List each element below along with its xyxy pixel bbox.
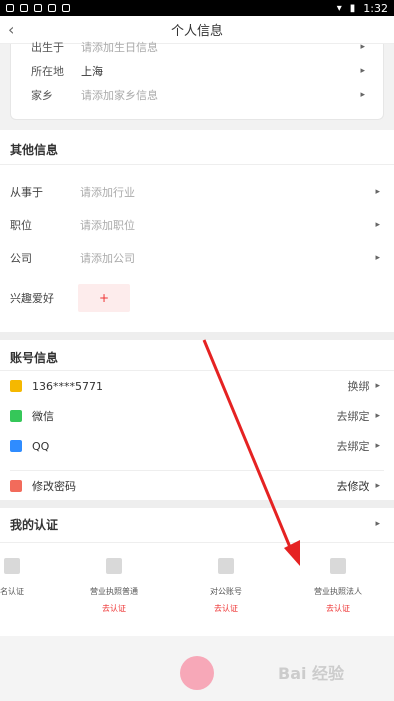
industry-value: 请添加行业: [80, 186, 135, 199]
phone-row[interactable]: 136****5771 换绑 ▸: [10, 374, 380, 398]
position-value: 请添加职位: [80, 219, 135, 232]
birthday-label: 出生于: [31, 41, 64, 54]
wifi-icon: ▾: [336, 2, 342, 14]
notification-icon: [62, 4, 70, 12]
go-certify-button[interactable]: 去认证: [278, 603, 394, 614]
chevron-right-icon: ▸: [375, 519, 380, 529]
cert-label: 营业执照法人: [314, 587, 362, 596]
chevron-right-icon: ▸: [375, 411, 380, 421]
qq-bind-action[interactable]: 去绑定: [336, 438, 369, 454]
hometown-label: 家乡: [31, 89, 53, 102]
my-cert-title: 我的认证: [10, 517, 59, 532]
notification-icon: [48, 4, 56, 12]
birthday-value: 请添加生日信息: [81, 41, 158, 54]
chevron-right-icon: ▸: [375, 253, 380, 263]
notification-icon: [34, 4, 42, 12]
chevron-right-icon: ▸: [375, 187, 380, 197]
chevron-right-icon: ▸: [360, 66, 365, 76]
divider: [0, 164, 394, 165]
qq-label: QQ: [32, 439, 50, 453]
chevron-right-icon: ▸: [375, 441, 380, 451]
phone-value: 136****5771: [32, 379, 103, 393]
id-card-icon: [4, 558, 20, 574]
go-certify-button[interactable]: 去认证: [54, 603, 174, 614]
company-value: 请添加公司: [80, 252, 135, 265]
position-row[interactable]: 职位 请添加职位 ▸: [10, 213, 380, 237]
industry-label: 从事于: [10, 186, 43, 199]
company-label: 公司: [10, 252, 32, 265]
chevron-right-icon: ▸: [360, 42, 365, 52]
wechat-icon: [10, 410, 22, 422]
section-gap: [0, 500, 394, 508]
location-value: 上海: [81, 65, 103, 78]
status-bar: ▾ ▮ 1:32: [0, 0, 394, 16]
company-row[interactable]: 公司 请添加公司 ▸: [10, 246, 380, 270]
qq-icon: [10, 440, 22, 452]
battery-icon: ▮: [349, 2, 356, 14]
my-cert-header[interactable]: 我的认证 ▸: [10, 512, 380, 536]
birthday-row[interactable]: 出生于 请添加生日信息 ▸: [31, 36, 365, 58]
cert-item-corporate-account[interactable]: 对公账号 去认证: [166, 558, 286, 614]
go-certify-button[interactable]: 去认证: [166, 603, 286, 614]
bank-account-icon: [218, 558, 234, 574]
section-gap: [0, 332, 394, 340]
position-label: 职位: [10, 219, 32, 232]
qq-row[interactable]: QQ 去绑定 ▸: [10, 434, 380, 458]
divider: [0, 542, 394, 543]
bottom-area: Bai 经验: [0, 636, 394, 701]
other-info-title: 其他信息: [10, 143, 59, 157]
person-icon: [330, 558, 346, 574]
back-button[interactable]: ‹: [8, 20, 14, 39]
account-info-title: 账号信息: [10, 351, 59, 365]
chevron-right-icon: ▸: [375, 381, 380, 391]
rebind-action[interactable]: 换绑: [347, 378, 369, 394]
chevron-right-icon: ▸: [360, 90, 365, 100]
notification-icon: [20, 4, 28, 12]
interest-label: 兴趣爱好: [10, 292, 54, 305]
watermark-text: Bai 经验: [278, 664, 345, 683]
cert-label: 对公账号: [210, 587, 242, 596]
chevron-right-icon: ▸: [375, 220, 380, 230]
divider: [0, 370, 394, 371]
status-time: 1:32: [363, 1, 388, 15]
interest-row: 兴趣爱好: [10, 286, 380, 310]
license-icon: [106, 558, 122, 574]
add-interest-button[interactable]: +: [78, 284, 130, 312]
wechat-row[interactable]: 微信 去绑定 ▸: [10, 404, 380, 428]
basic-info-card: 出生于 请添加生日信息 ▸ 所在地 上海 ▸ 家乡 请添加家乡信息 ▸: [10, 41, 384, 120]
notification-icon: [6, 4, 14, 12]
wechat-label: 微信: [32, 410, 54, 423]
cert-item-license-normal[interactable]: 营业执照普通 去认证: [54, 558, 174, 614]
divider: [10, 470, 384, 471]
wechat-bind-action[interactable]: 去绑定: [336, 408, 369, 424]
password-row[interactable]: 修改密码 去修改 ▸: [10, 474, 380, 498]
hometown-value: 请添加家乡信息: [81, 89, 158, 102]
cert-label: 营业执照普通: [90, 587, 138, 596]
password-action[interactable]: 去修改: [336, 478, 369, 494]
chevron-right-icon: ▸: [375, 481, 380, 491]
other-info-section: 其他信息 从事于 请添加行业 ▸ 职位 请添加职位 ▸ 公司 请添加公司 ▸ 兴…: [0, 130, 394, 332]
phone-icon: [10, 380, 22, 392]
password-label: 修改密码: [32, 480, 76, 493]
location-row[interactable]: 所在地 上海 ▸: [31, 60, 365, 82]
hometown-row[interactable]: 家乡 请添加家乡信息 ▸: [31, 84, 365, 106]
location-label: 所在地: [31, 65, 64, 78]
status-left-icons: [6, 4, 70, 12]
account-info-section: 账号信息 136****5771 换绑 ▸ 微信 去绑定 ▸ QQ 去绑定 ▸ …: [0, 340, 394, 500]
mascot-icon: [180, 656, 214, 690]
cert-item-license-legal[interactable]: 营业执照法人 去认证: [278, 558, 394, 614]
industry-row[interactable]: 从事于 请添加行业 ▸: [10, 180, 380, 204]
lock-icon: [10, 480, 22, 492]
